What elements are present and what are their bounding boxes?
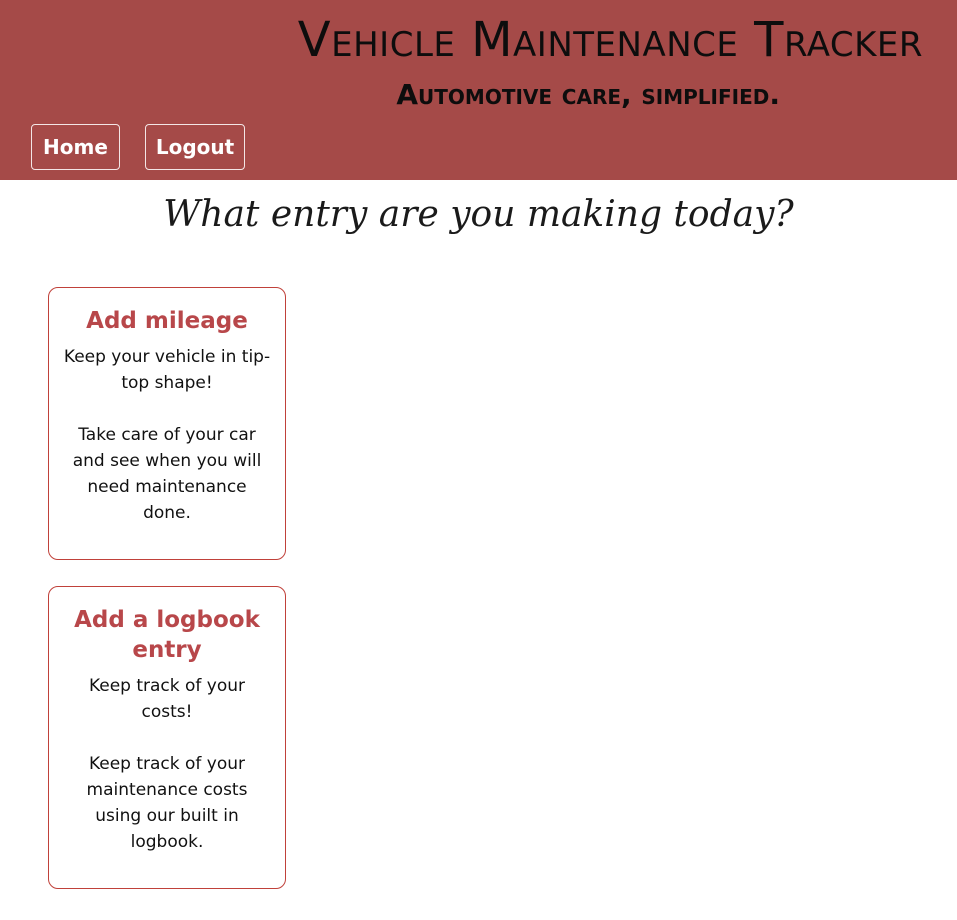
- card-title[interactable]: Add a logbook entry: [61, 605, 273, 665]
- card-tagline: Keep your vehicle in tip-top shape!: [63, 347, 271, 393]
- site-tagline: Automotive care, simplified.: [396, 78, 780, 111]
- card-spacer: [61, 396, 273, 422]
- site-header: Vehicle Maintenance Tracker Automotive c…: [0, 0, 957, 180]
- card-tagline: Keep track of your costs!: [88, 676, 246, 722]
- add-mileage-card[interactable]: Add mileage Keep your vehicle in tip-top…: [48, 287, 286, 560]
- card-description: Take care of your car and see when you w…: [72, 425, 262, 523]
- page-prompt: What entry are you making today?: [163, 194, 794, 235]
- logout-button[interactable]: Logout: [145, 124, 245, 170]
- add-logbook-entry-card[interactable]: Add a logbook entry Keep track of your c…: [48, 586, 286, 889]
- card-spacer: [61, 725, 273, 751]
- card-title[interactable]: Add mileage: [61, 306, 273, 336]
- home-button[interactable]: Home: [31, 124, 120, 170]
- card-description: Keep track of your maintenance costs usi…: [86, 754, 248, 852]
- site-title: Vehicle Maintenance Tracker: [297, 12, 923, 68]
